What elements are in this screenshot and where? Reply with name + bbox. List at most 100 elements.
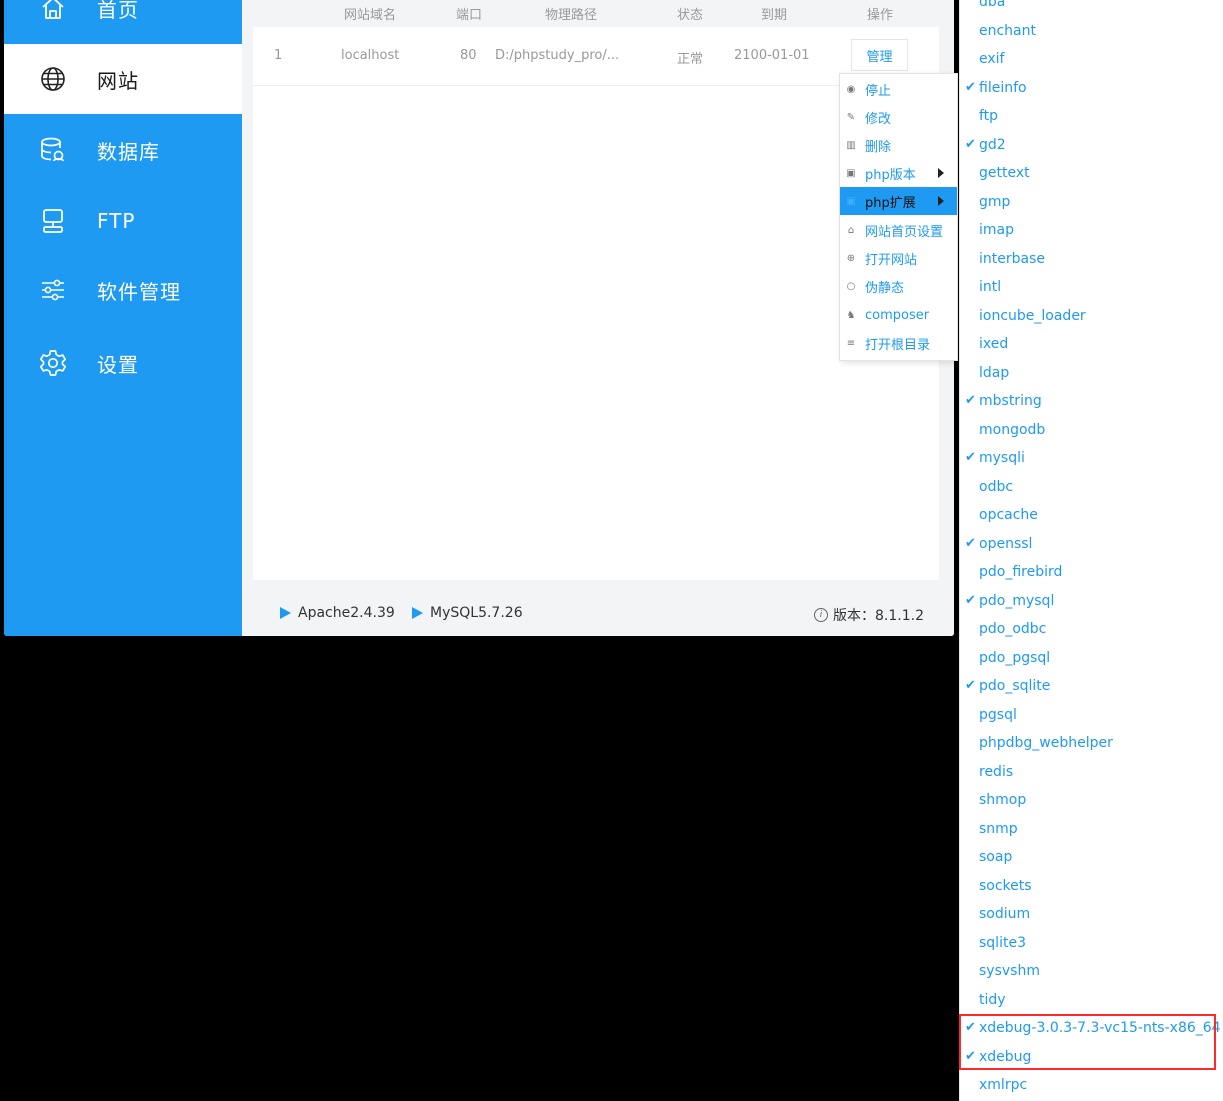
trash-icon: ▥ [846, 139, 856, 151]
extension-label: xmlrpc [979, 1077, 1028, 1093]
menu-item-label: 修改 [865, 111, 892, 127]
menu-item-stop[interactable]: ◉ 停止 [840, 75, 957, 103]
sidebar-item-home[interactable]: 首页 [4, 0, 242, 43]
submenu-arrow-icon [938, 196, 944, 206]
row-status: 正常 [677, 52, 704, 67]
extension-item[interactable]: enchant [960, 19, 1223, 48]
extension-item[interactable]: pgsql [960, 703, 1223, 732]
mysql-service[interactable]: MySQL5.7.26 [412, 605, 523, 621]
sidebar-item-label: FTP [97, 209, 136, 233]
extension-item[interactable]: gmp [960, 190, 1223, 219]
extension-label: gettext [979, 165, 1030, 181]
extension-item[interactable]: ✔ xdebug [960, 1045, 1223, 1074]
extension-item[interactable]: redis [960, 760, 1223, 789]
extension-item[interactable]: intl [960, 275, 1223, 304]
menu-item-open-root[interactable]: ≡ 打开根目录 [840, 329, 957, 357]
extension-item[interactable]: ftp [960, 104, 1223, 133]
menu-item-rewrite[interactable]: ○ 伪静态 [840, 272, 957, 300]
extension-item[interactable]: ✔ pdo_sqlite [960, 674, 1223, 703]
checkmark-icon: ✔ [965, 136, 976, 152]
extension-item[interactable]: odbc [960, 475, 1223, 504]
rewrite-icon: ○ [846, 280, 856, 292]
menu-item-php-version[interactable]: ▣ php版本 [840, 159, 957, 187]
extension-item[interactable]: ✔ fileinfo [960, 76, 1223, 105]
extension-item[interactable]: tidy [960, 988, 1223, 1017]
extension-item[interactable]: ✔ mbstring [960, 389, 1223, 418]
checkmark-icon: ✔ [965, 535, 976, 551]
extension-item[interactable]: pdo_pgsql [960, 646, 1223, 675]
menu-item-homepage-settings[interactable]: ⌂ 网站首页设置 [840, 216, 957, 244]
extension-item[interactable]: phpdbg_webhelper [960, 731, 1223, 760]
menu-item-composer[interactable]: ♞ composer [840, 301, 957, 329]
sidebar: 首页 网站 数据库 FTP 软件管理 设置 [4, 0, 242, 636]
row-port: 80 [460, 48, 477, 63]
website-table-panel: 网站域名 端口 物理路径 状态 到期 操作 1 localhost 80 D:/… [253, 0, 939, 580]
extension-item[interactable]: xmlrpc [960, 1073, 1223, 1101]
extension-item[interactable]: dba [960, 0, 1223, 19]
extension-item[interactable]: ioncube_loader [960, 304, 1223, 333]
extension-item[interactable]: gettext [960, 161, 1223, 190]
extension-item[interactable]: interbase [960, 247, 1223, 276]
extension-item[interactable]: snmp [960, 817, 1223, 846]
extension-item[interactable]: exif [960, 47, 1223, 76]
extension-item[interactable]: ✔ gd2 [960, 133, 1223, 162]
menu-item-label: 停止 [865, 83, 892, 99]
extension-label: sodium [979, 906, 1031, 922]
extension-item[interactable]: ✔ xdebug-3.0.3-7.3-vc15-nts-x86_64 [960, 1016, 1223, 1045]
extension-label: pgsql [979, 706, 1017, 723]
sidebar-item-ftp[interactable]: FTP [4, 186, 242, 256]
extension-item[interactable]: opcache [960, 503, 1223, 532]
extension-item[interactable]: ✔ pdo_mysql [960, 589, 1223, 618]
sidebar-item-software[interactable]: 软件管理 [4, 255, 242, 325]
extension-label: ixed [979, 336, 1009, 352]
manage-button[interactable]: 管理 [851, 39, 908, 71]
menu-item-label: 伪静态 [865, 280, 905, 296]
extension-item[interactable]: soap [960, 845, 1223, 874]
extension-label: sqlite3 [979, 934, 1026, 951]
extension-item[interactable]: sockets [960, 874, 1223, 903]
checkmark-icon: ✔ [965, 1048, 976, 1064]
menu-item-label: 网站首页设置 [865, 224, 944, 240]
extension-label: intl [979, 279, 1002, 295]
sidebar-item-website[interactable]: 网站 [4, 44, 242, 114]
menu-item-label: php扩展 [865, 195, 916, 211]
sidebar-item-label: 首页 [97, 0, 139, 22]
menu-item-php-extension[interactable]: ▣ php扩展 [840, 187, 957, 215]
pencil-icon: ✎ [846, 111, 856, 123]
extension-item[interactable]: ✔ mysqli [960, 446, 1223, 475]
table-row[interactable]: 1 localhost 80 D:/phpstudy_pro/... 正常 21… [253, 27, 939, 86]
extension-item[interactable]: pdo_odbc [960, 617, 1223, 646]
extension-item[interactable]: shmop [960, 788, 1223, 817]
extension-item[interactable]: ✔ openssl [960, 532, 1223, 561]
extension-item[interactable]: sodium [960, 902, 1223, 931]
checkmark-icon: ✔ [965, 592, 976, 608]
column-header-domain: 网站域名 [344, 8, 397, 23]
checkmark-icon: ✔ [965, 1020, 976, 1035]
extension-item[interactable]: pdo_firebird [960, 560, 1223, 589]
apache-service[interactable]: Apache2.4.39 [280, 605, 395, 621]
sidebar-item-settings[interactable]: 设置 [4, 328, 242, 398]
extension-item[interactable]: ixed [960, 332, 1223, 361]
sidebar-item-label: 网站 [97, 68, 139, 93]
menu-item-open-site[interactable]: ⊕ 打开网站 [840, 244, 957, 272]
extension-label: openssl [979, 535, 1033, 552]
extension-list: dba enchant exif ✔ fileinfo ftp ✔ gd2 gettext gmp… [960, 0, 1223, 1101]
extension-label: pdo_pgsql [979, 649, 1051, 666]
extension-label: opcache [979, 507, 1038, 523]
extension-label: tidy [979, 991, 1006, 1008]
extension-item[interactable]: sqlite3 [960, 931, 1223, 960]
extension-item[interactable]: imap [960, 218, 1223, 247]
info-icon: i [814, 608, 828, 622]
menu-item-delete[interactable]: ▥ 删除 [840, 131, 957, 159]
extension-item[interactable]: ldap [960, 361, 1223, 390]
menu-item-label: php版本 [865, 167, 916, 183]
extension-item[interactable]: sysvshm [960, 959, 1223, 988]
home-settings-icon: ⌂ [847, 224, 855, 236]
extension-item[interactable]: mongodb [960, 418, 1223, 447]
sidebar-item-database[interactable]: 数据库 [4, 115, 242, 185]
extension-label: mysqli [979, 450, 1025, 466]
extension-label: pdo_mysql [979, 592, 1055, 609]
column-header-status: 状态 [677, 8, 704, 23]
menu-item-edit[interactable]: ✎ 修改 [840, 103, 957, 131]
ftp-server-icon [38, 206, 68, 236]
